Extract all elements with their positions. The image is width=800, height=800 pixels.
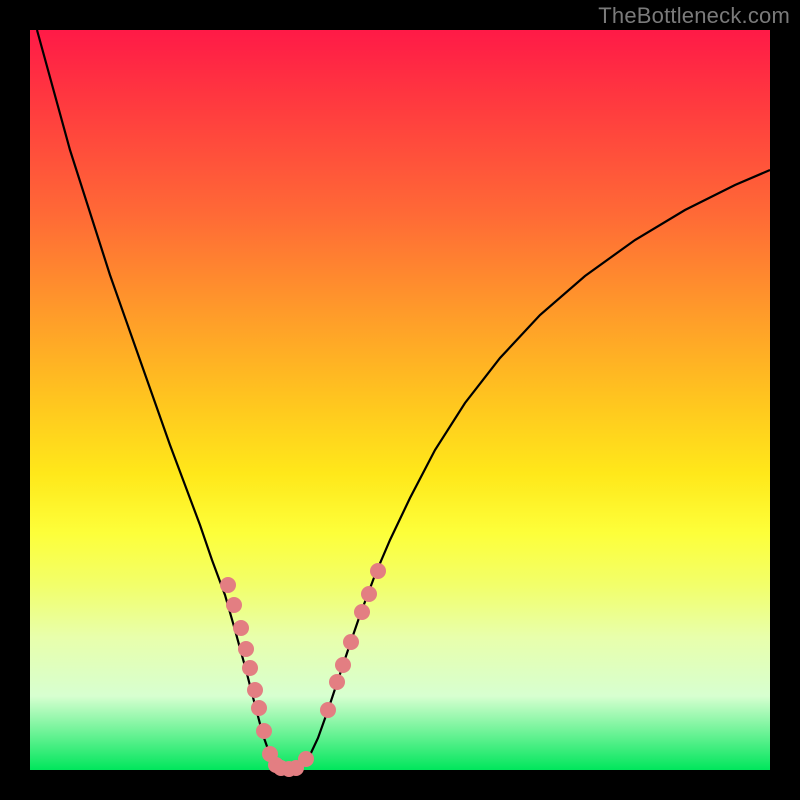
chart-overlay bbox=[30, 30, 770, 770]
bottleneck-curve bbox=[37, 30, 770, 769]
curve-marker bbox=[247, 682, 263, 698]
curve-marker bbox=[256, 723, 272, 739]
curve-marker bbox=[335, 657, 351, 673]
curve-marker bbox=[370, 563, 386, 579]
curve-marker bbox=[242, 660, 258, 676]
curve-marker bbox=[343, 634, 359, 650]
curve-marker bbox=[320, 702, 336, 718]
curve-marker bbox=[238, 641, 254, 657]
curve-marker bbox=[354, 604, 370, 620]
curve-marker bbox=[233, 620, 249, 636]
watermark-text: TheBottleneck.com bbox=[598, 3, 790, 29]
curve-marker bbox=[361, 586, 377, 602]
chart-frame: TheBottleneck.com bbox=[0, 0, 800, 800]
curve-marker bbox=[226, 597, 242, 613]
curve-marker bbox=[220, 577, 236, 593]
curve-marker bbox=[251, 700, 267, 716]
curve-markers bbox=[220, 563, 386, 777]
curve-marker bbox=[329, 674, 345, 690]
curve-marker bbox=[298, 751, 314, 767]
